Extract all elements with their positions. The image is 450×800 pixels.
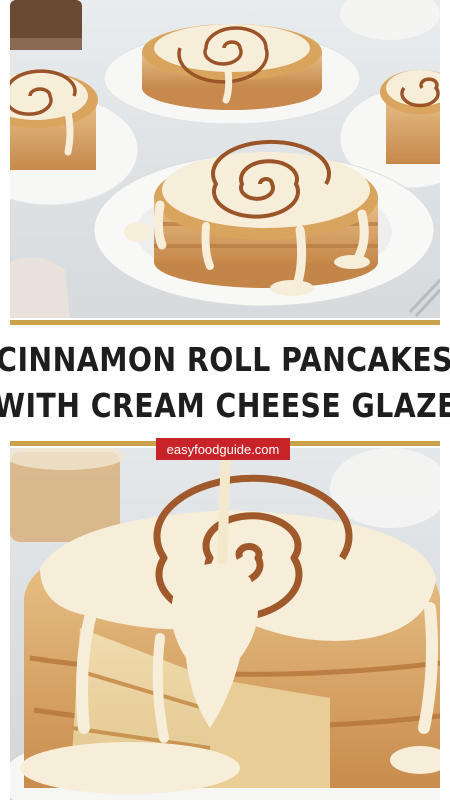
recipe-title-line-1: CINNAMON ROLL PANCAKES: [0, 340, 450, 379]
title-banner: CINNAMON ROLL PANCAKES WITH CREAM CHEESE…: [0, 325, 450, 441]
top-food-photo: [10, 0, 440, 318]
bottom-food-photo: [10, 448, 440, 800]
website-badge[interactable]: easyfoodguide.com: [156, 438, 290, 460]
recipe-title-line-2: WITH CREAM CHEESE GLAZE: [0, 386, 450, 425]
glaze-pour-illustration: [10, 448, 440, 800]
pancake-plates-illustration: [10, 0, 440, 318]
